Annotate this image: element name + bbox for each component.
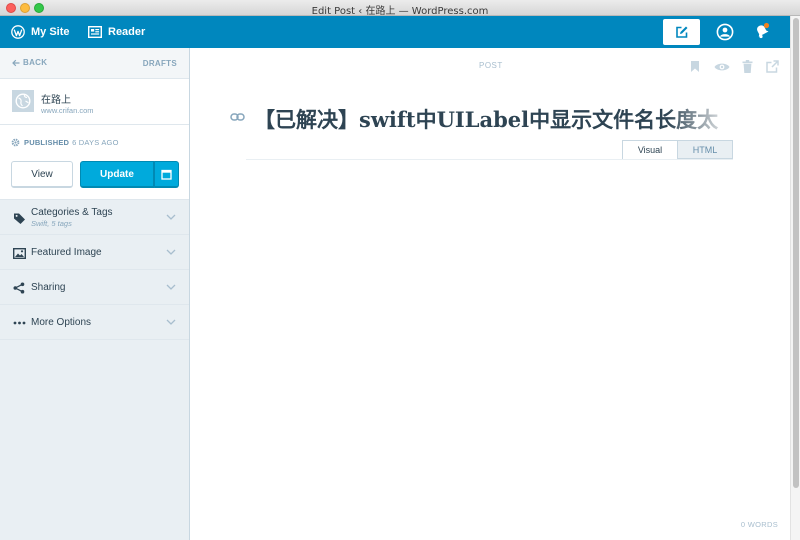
site-globe-icon	[12, 90, 34, 112]
publish-area: PUBLISHED 6 DAYS AGO View Update	[0, 125, 189, 200]
chevron-down-icon	[166, 319, 176, 325]
schedule-button[interactable]	[154, 161, 179, 188]
update-button[interactable]: Update	[80, 161, 154, 188]
permalink-icon[interactable]	[230, 112, 245, 122]
calendar-icon	[161, 169, 172, 180]
window-scrollbar-thumb[interactable]	[793, 18, 799, 488]
user-icon	[716, 23, 734, 41]
bell-icon	[757, 22, 770, 39]
status-label: PUBLISHED	[24, 138, 70, 147]
post-type-label: POST	[479, 61, 503, 70]
reader-label: Reader	[108, 26, 146, 38]
chevron-down-icon	[166, 284, 176, 290]
drafts-button[interactable]: DRAFTS	[143, 59, 177, 68]
arrow-left-icon	[12, 59, 20, 66]
window-scrollbar[interactable]	[790, 16, 800, 540]
sharing-section[interactable]: Sharing	[0, 270, 189, 305]
site-url: www.crifan.com	[41, 106, 94, 115]
site-card[interactable]: 在路上 www.crifan.com	[0, 79, 189, 125]
write-post-button[interactable]	[663, 19, 700, 45]
back-button[interactable]: BACK	[12, 58, 47, 67]
image-icon	[12, 246, 26, 260]
wordpress-logo-icon	[11, 25, 25, 39]
chevron-down-icon	[166, 214, 176, 220]
post-status: PUBLISHED 6 DAYS AGO	[11, 138, 119, 147]
site-name: 在路上	[41, 95, 71, 106]
reader-icon	[88, 26, 102, 38]
categories-tags-title: Categories & Tags	[31, 207, 113, 218]
tab-html[interactable]: HTML	[677, 140, 733, 159]
window-title: Edit Post ‹ 在路上 — WordPress.com	[311, 6, 489, 17]
chevron-down-icon	[166, 249, 176, 255]
ellipsis-icon	[12, 316, 26, 330]
view-button[interactable]: View	[11, 161, 73, 188]
preview-eye-icon[interactable]	[714, 62, 730, 72]
featured-image-section[interactable]: Featured Image	[0, 235, 189, 270]
tab-visual[interactable]: Visual	[622, 140, 678, 159]
categories-tags-section[interactable]: Categories & Tags Swift, 5 tags	[0, 200, 189, 235]
masterbar: My Site Reader	[0, 16, 790, 48]
share-icon	[12, 281, 26, 295]
tag-icon	[12, 211, 26, 225]
notifications-button[interactable]	[753, 22, 771, 40]
categories-tags-summary: Swift, 5 tags	[31, 219, 72, 228]
editor-sidebar: BACK DRAFTS 在路上 www.crifan.com PUBLISHED…	[0, 48, 190, 540]
my-site-link[interactable]: My Site	[11, 16, 70, 48]
reader-link[interactable]: Reader	[88, 16, 145, 48]
featured-image-title: Featured Image	[31, 247, 102, 258]
sharing-title: Sharing	[31, 282, 66, 293]
bookmark-icon[interactable]	[690, 60, 700, 73]
back-label: BACK	[23, 58, 48, 67]
external-link-icon[interactable]	[766, 60, 779, 73]
profile-button[interactable]	[716, 23, 734, 41]
more-options-title: More Options	[31, 317, 92, 328]
gear-icon	[11, 138, 20, 147]
sidebar-header: BACK DRAFTS	[0, 48, 189, 79]
post-editor: POST 【已解决】swift中UILabel中显示文件名长度太 Visual …	[190, 48, 790, 540]
trash-icon[interactable]	[742, 60, 753, 73]
more-options-section[interactable]: More Options	[0, 305, 189, 340]
my-site-label: My Site	[31, 26, 70, 38]
word-count: 0 WORDS	[740, 520, 778, 529]
post-title-input[interactable]: 【已解决】swift中UILabel中显示文件名长度太	[254, 104, 724, 132]
window-titlebar: Edit Post ‹ 在路上 — WordPress.com	[0, 0, 800, 17]
status-time: 6 DAYS AGO	[72, 138, 119, 147]
edit-icon	[675, 26, 687, 38]
title-divider	[246, 159, 733, 160]
